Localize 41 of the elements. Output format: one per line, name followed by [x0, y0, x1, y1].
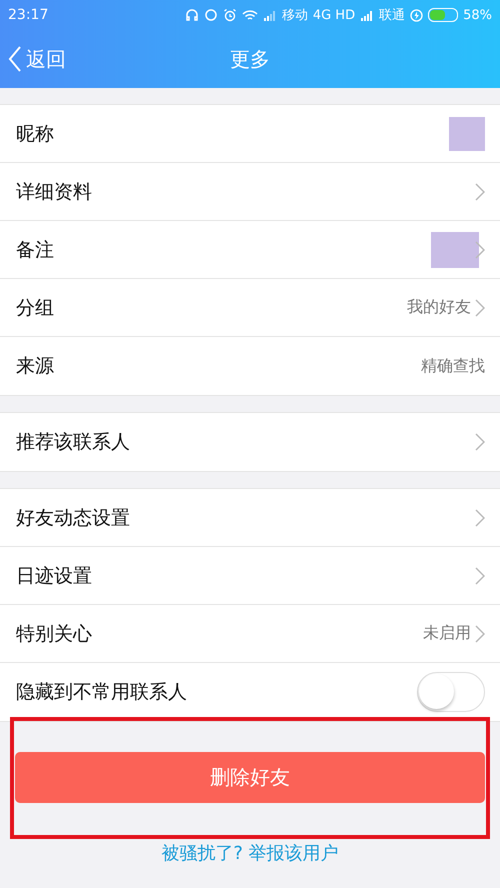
alarm-icon: [222, 8, 237, 22]
settings-row[interactable]: 详细资料: [0, 163, 500, 221]
settings-row[interactable]: 备注: [0, 221, 500, 279]
settings-row[interactable]: 隐藏到不常用联系人: [0, 663, 500, 721]
settings-row[interactable]: 来源 精确查找: [0, 337, 500, 395]
row-label: 推荐该联系人: [16, 430, 130, 455]
network-label: 4G HD: [312, 8, 356, 22]
redaction-mark: [449, 116, 485, 150]
toggle-switch[interactable]: [417, 672, 485, 712]
signal-icon: [262, 9, 277, 21]
wifi-icon: [242, 8, 258, 22]
charging-icon: [410, 8, 424, 22]
carrier-label: 移动: [282, 7, 308, 24]
row-label: 日迹设置: [16, 564, 92, 588]
row-label: 隐藏到不常用联系人: [16, 680, 187, 705]
row-label: 特别关心: [16, 622, 92, 646]
row-value: 精确查找: [421, 356, 485, 376]
sync-icon: [204, 8, 218, 22]
clock: 23:17: [8, 7, 48, 23]
row-label: 分组: [16, 296, 54, 320]
row-label: 昵称: [16, 122, 54, 146]
headset-icon: [184, 8, 199, 22]
signal-icon: [360, 9, 374, 21]
settings-row[interactable]: 日迹设置: [0, 547, 500, 605]
page-title: 更多: [229, 46, 271, 72]
settings-row[interactable]: 分组 我的好友: [0, 279, 500, 337]
back-chevron-icon: [8, 46, 22, 72]
battery-percent: 58%: [463, 8, 492, 22]
carrier-label: 联通: [379, 7, 406, 24]
row-label: 备注: [16, 238, 54, 262]
settings-row[interactable]: 推荐该联系人: [0, 413, 500, 471]
redaction-mark: [431, 232, 479, 268]
row-value: 我的好友: [407, 297, 471, 318]
battery-icon: [428, 8, 458, 22]
settings-row[interactable]: 特别关心 未启用: [0, 605, 500, 663]
settings-row[interactable]: 好友动态设置: [0, 489, 500, 547]
row-label: 好友动态设置: [16, 506, 130, 530]
row-label: 详细资料: [16, 180, 92, 204]
settings-row[interactable]: 昵称: [0, 105, 500, 163]
row-value: 未启用: [423, 623, 471, 644]
row-label: 来源: [16, 354, 54, 379]
